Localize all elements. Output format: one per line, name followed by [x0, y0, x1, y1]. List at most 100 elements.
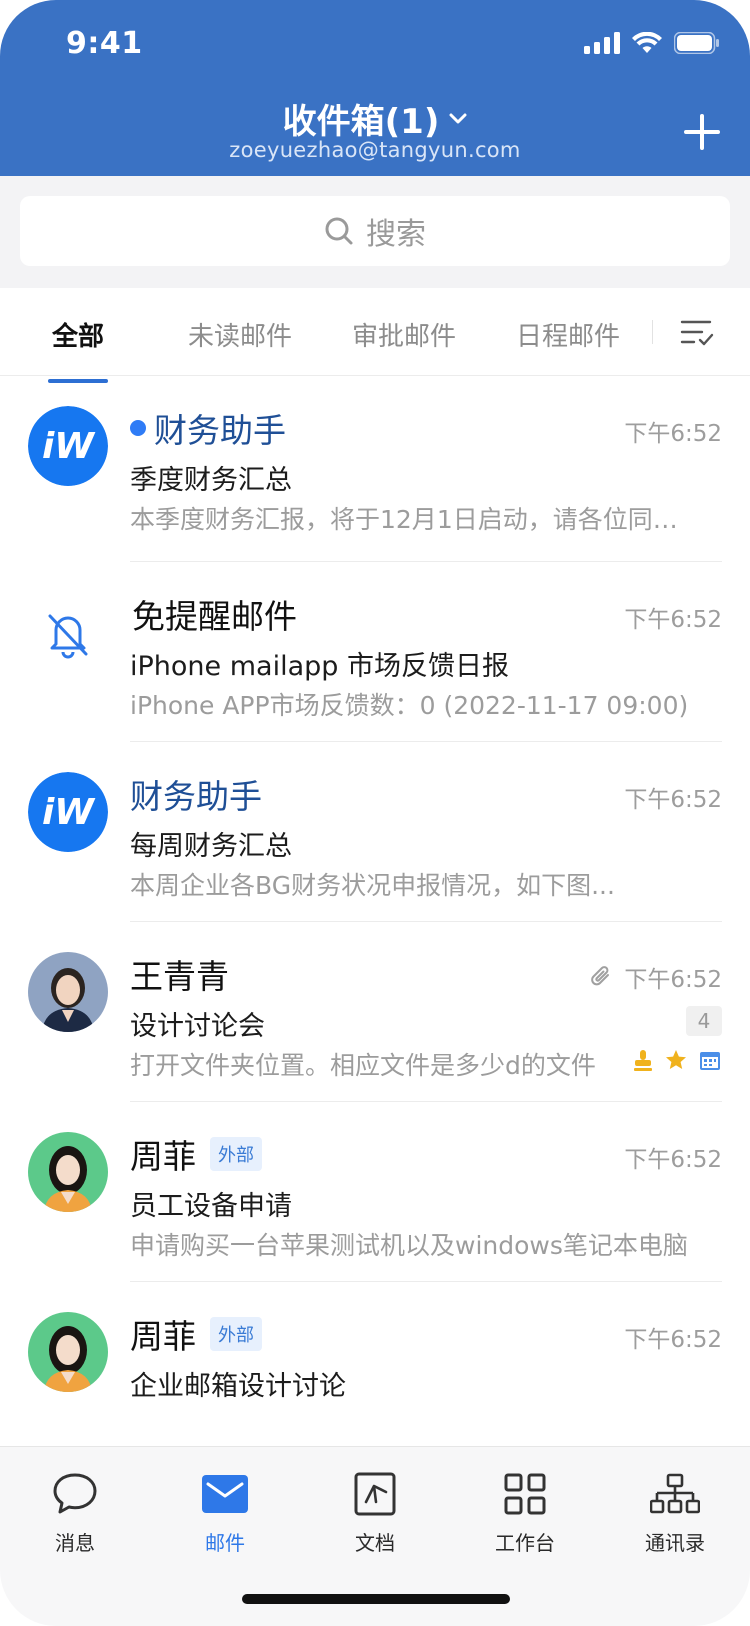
sender-name: 财务助手 [130, 777, 262, 816]
stamp-icon [634, 1050, 652, 1071]
person-photo [28, 952, 108, 1032]
mail-time: 下午6:52 [624, 1140, 722, 1174]
mail-sender: 周菲 外部 [130, 1130, 262, 1178]
mail-item[interactable]: iW 财务助手 下午6:52 每周财务汇总 本周企业各BG财务状况申报情况，如下… [0, 742, 750, 922]
tab-label: 未读邮件 [188, 322, 293, 352]
mail-sender: 免提醒邮件 [132, 590, 297, 638]
mail-item[interactable]: 免提醒邮件 下午6:52 iPhone mailapp 市场反馈日报 iPhon… [0, 562, 750, 742]
compose-plus-icon[interactable] [682, 112, 722, 152]
mail-sender: 财务助手 [130, 770, 262, 818]
mail-time: 下午6:52 [624, 414, 722, 448]
mail-time: 下午6:52 [624, 1320, 722, 1354]
bell-off-icon [48, 614, 88, 659]
mail-list: iW 财务助手 下午6:52 季度财务汇总 本季度财务汇报，将于12月1日启动，… [0, 376, 750, 1462]
sender-name: 免提醒邮件 [132, 597, 297, 636]
attachment-paperclip-icon [591, 966, 610, 986]
status-time: 9:41 [66, 26, 143, 61]
tab-unread[interactable]: 未读邮件 [188, 316, 292, 353]
wifi-icon [632, 32, 662, 53]
mailbox-title: 收件箱(1) [282, 102, 440, 142]
mail-preview: 本季度财务汇报，将于12月1日启动，请各位同事及时准备相关材料 [130, 505, 700, 534]
nav-workbench[interactable]: 工作台 [465, 1469, 585, 1556]
mail-preview: iPhone APP市场反馈数：0 (2022-11-17 09:00) [130, 691, 689, 720]
chevron-down-icon [449, 113, 467, 123]
sender-name: 王青青 [130, 957, 229, 996]
battery-icon [674, 32, 719, 54]
svg-text:iW: iW [42, 792, 96, 833]
user-avatar [28, 952, 108, 1032]
filter-list-icon[interactable] [680, 318, 714, 348]
mail-subject: 每周财务汇总 [130, 831, 292, 862]
thread-count-badge: 4 [686, 1006, 722, 1036]
mail-item[interactable]: iW 财务助手 下午6:52 季度财务汇总 本季度财务汇报，将于12月1日启动，… [0, 376, 750, 562]
w-logo-icon: iW [28, 772, 108, 852]
mail-item[interactable]: 周菲 外部 下午6:52 企业邮箱设计讨论 [0, 1282, 750, 1462]
tab-divider [652, 320, 653, 344]
mail-time: 下午6:52 [624, 780, 722, 814]
nav-label: 文档 [355, 1531, 395, 1555]
time-text: 下午6:52 [624, 967, 722, 993]
tab-all[interactable]: 全部 [48, 316, 109, 383]
tab-label: 审批邮件 [352, 322, 457, 352]
nav-label: 通讯录 [645, 1531, 705, 1555]
finance-assistant-avatar: iW [28, 772, 108, 852]
mail-subject: 设计讨论会 [130, 1011, 265, 1042]
sender-name: 周菲 [130, 1137, 196, 1176]
star-icon [666, 1050, 686, 1069]
chat-bubble-icon [53, 1473, 97, 1514]
search-input[interactable]: 搜索 [20, 196, 730, 266]
finance-assistant-avatar: iW [28, 406, 108, 486]
time-text: 下午6:52 [624, 787, 722, 813]
tab-label: 日程邮件 [516, 322, 621, 352]
w-logo-icon: iW [28, 406, 108, 486]
svg-text:iW: iW [42, 426, 96, 467]
user-avatar [28, 1132, 108, 1212]
nav-messages[interactable]: 消息 [15, 1469, 135, 1556]
time-text: 下午6:52 [624, 1147, 722, 1173]
tab-approval[interactable]: 审批邮件 [352, 316, 456, 353]
calendar-icon [700, 1052, 720, 1070]
mail-preview: 打开文件夹位置。相应文件是多少d的文件 [130, 1051, 596, 1080]
tab-label: 全部 [52, 322, 105, 352]
mail-item[interactable]: 王青青 下午6:52 设计讨论会 4 打开文件夹位置。相应文件是多少d的文件 [0, 922, 750, 1102]
mail-time: 下午6:52 [588, 960, 722, 994]
mailbox-selector[interactable]: 收件箱(1) [0, 94, 750, 143]
mail-subject: 企业邮箱设计讨论 [130, 1371, 346, 1402]
time-text: 下午6:52 [624, 607, 722, 633]
external-badge: 外部 [210, 1317, 262, 1351]
filter-tabs: 全部 未读邮件 审批邮件 日程邮件 [0, 288, 750, 383]
nav-label: 工作台 [495, 1531, 555, 1555]
muted-bell-avatar [28, 592, 108, 672]
sender-name: 周菲 [130, 1317, 196, 1356]
mail-sender: 周菲 外部 [130, 1310, 262, 1358]
mail-sender: 财务助手 [130, 404, 286, 452]
home-indicator[interactable] [242, 1594, 510, 1604]
nav-mail[interactable]: 邮件 [165, 1469, 285, 1556]
search-placeholder: 搜索 [366, 217, 426, 252]
account-email: zoeyuezhao@tangyun.com [229, 138, 521, 162]
grid-apps-icon [504, 1473, 546, 1515]
mail-flags [632, 1048, 722, 1072]
nav-contacts[interactable]: 通讯录 [615, 1469, 735, 1556]
mail-item[interactable]: 周菲 外部 下午6:52 员工设备申请 申请购买一台苹果测试机以及windows… [0, 1102, 750, 1282]
nav-documents[interactable]: 文档 [315, 1469, 435, 1556]
mail-subject: 季度财务汇总 [130, 465, 292, 496]
search-icon [325, 217, 353, 245]
time-text: 下午6:52 [624, 1327, 722, 1353]
mail-preview: 申请购买一台苹果测试机以及windows笔记本电脑 [130, 1231, 688, 1260]
sender-name: 财务助手 [154, 411, 286, 450]
user-avatar [28, 1312, 108, 1392]
mail-icon [202, 1475, 248, 1513]
search-area: 搜索 [0, 176, 750, 288]
nav-label: 消息 [55, 1531, 95, 1555]
mail-subject: iPhone mailapp 市场反馈日报 [130, 651, 509, 682]
app-header: 9:41 收件箱(1) zoeyuezhao@tangyun.com [0, 0, 750, 176]
mail-subject: 员工设备申请 [130, 1191, 292, 1222]
org-chart-icon [650, 1473, 700, 1514]
mail-time: 下午6:52 [624, 600, 722, 634]
time-text: 下午6:52 [624, 421, 722, 447]
external-badge: 外部 [210, 1137, 262, 1171]
mail-app-screen: 9:41 收件箱(1) zoeyuezhao@tangyun.com 搜索 全部… [0, 0, 750, 1626]
tab-schedule[interactable]: 日程邮件 [516, 316, 620, 353]
cellular-signal-icon [584, 32, 620, 54]
